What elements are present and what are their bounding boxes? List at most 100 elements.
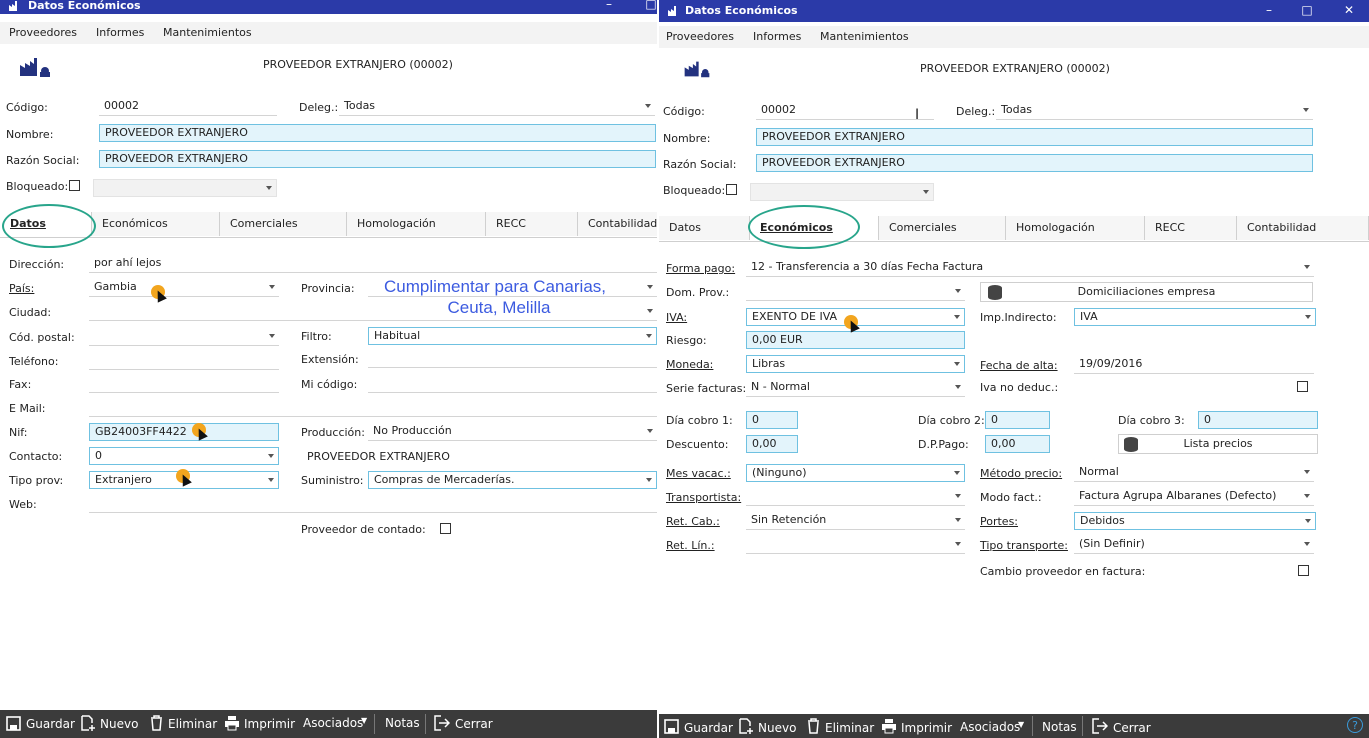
cod-postal-select[interactable] [89,328,279,346]
tab-contabilidad[interactable]: Contabilidad [1237,216,1369,240]
produccion-select[interactable]: No Producción [368,423,657,441]
riesgo-input[interactable]: 0,00 EUR [746,331,965,349]
imp-indirecto-select[interactable]: IVA [1074,308,1316,326]
dia-cobro-2-input[interactable]: 0 [985,411,1050,429]
forma-pago-select[interactable]: 12 - Transferencia a 30 días Fecha Factu… [746,259,1314,277]
proveedor-contado-checkbox[interactable] [440,523,451,534]
metodo-precio-label[interactable]: Método precio: [980,467,1062,480]
notas-button[interactable]: Notas [385,716,420,730]
nuevo-button[interactable]: Nuevo [100,717,138,731]
menu-proveedores[interactable]: Proveedores [666,30,734,43]
pais-select[interactable]: Gambia [89,279,279,297]
asociados-button[interactable]: Asociados [960,720,1020,734]
guardar-button[interactable]: Guardar [26,717,75,731]
menu-proveedores[interactable]: Proveedores [9,26,77,39]
dom-prov-select[interactable] [746,283,965,301]
email-input[interactable] [89,399,657,417]
deleg-select[interactable]: Todas [996,102,1313,120]
ret-lin-select[interactable] [746,536,965,554]
mes-vacac-label[interactable]: Mes vacac.: [666,467,731,480]
portes-select[interactable]: Debidos [1074,512,1316,530]
descuento-input[interactable]: 0,00 [746,435,798,453]
bloqueado-checkbox[interactable] [726,184,737,195]
telefono-input[interactable] [89,352,279,370]
dia-cobro-3-input[interactable]: 0 [1198,411,1318,429]
tipo-transporte-label[interactable]: Tipo transporte: [980,539,1068,552]
portes-label[interactable]: Portes: [980,515,1018,528]
imprimir-button[interactable]: Imprimir [244,717,295,731]
help-icon[interactable]: ? [1347,717,1363,733]
filtro-select[interactable]: Habitual [368,327,657,345]
tab-homologacion[interactable]: Homologación [1006,216,1145,240]
tab-recc[interactable]: RECC [486,212,578,236]
moneda-label[interactable]: Moneda: [666,358,713,371]
notas-button[interactable]: Notas [1042,720,1077,734]
bloqueado-checkbox[interactable] [69,180,80,191]
nif-input[interactable]: GB24003FF4422 [89,423,279,441]
nombre-input[interactable]: PROVEEDOR EXTRANJERO [99,124,656,142]
ret-lin-label[interactable]: Ret. Lín.: [666,539,715,552]
nuevo-button[interactable]: Nuevo [758,721,796,735]
dppago-input[interactable]: 0,00 [985,435,1050,453]
metodo-precio-select[interactable]: Normal [1074,464,1314,482]
menu-informes[interactable]: Informes [753,30,801,43]
codigo-input[interactable]: 00002 [756,102,934,120]
left-toolbar: Guardar Nuevo Eliminar Imprimir Asociado… [0,710,657,738]
deleg-select[interactable]: Todas [339,98,655,116]
mes-vacac-select[interactable]: (Ninguno) [746,464,965,482]
tab-economicos[interactable]: Económicos [92,212,220,236]
menu-mantenimientos[interactable]: Mantenimientos [820,30,909,43]
pais-label[interactable]: País: [9,282,34,295]
close-icon[interactable]: ✕ [1341,3,1357,17]
asociados-button[interactable]: Asociados [303,716,363,730]
mi-codigo-input[interactable] [368,375,657,393]
tab-homologacion[interactable]: Homologación [347,212,486,236]
eliminar-button[interactable]: Eliminar [825,721,874,735]
direccion-input[interactable]: por ahí lejos [89,255,657,273]
minimize-icon[interactable]: – [1261,3,1277,17]
tab-comerciales[interactable]: Comerciales [220,212,347,236]
razon-input[interactable]: PROVEEDOR EXTRANJERO [756,154,1313,172]
transportista-label[interactable]: Transportista: [666,491,741,504]
lista-precios-button[interactable]: Lista precios [1118,434,1318,454]
suministro-select[interactable]: Compras de Mercaderías. [368,471,657,489]
maximize-icon[interactable]: □ [1299,3,1315,17]
cerrar-button[interactable]: Cerrar [455,717,493,731]
tipo-transporte-select[interactable]: (Sin Definir) [1074,536,1314,554]
fecha-alta-label[interactable]: Fecha de alta: [980,359,1058,372]
domiciliaciones-button[interactable]: Domiciliaciones empresa [980,282,1313,302]
tab-recc[interactable]: RECC [1145,216,1237,240]
nombre-input[interactable]: PROVEEDOR EXTRANJERO [756,128,1313,146]
razon-input[interactable]: PROVEEDOR EXTRANJERO [99,150,656,168]
tab-datos[interactable]: Datos [659,216,750,240]
contacto-select[interactable]: 0 [89,447,279,465]
dia-cobro-1-input[interactable]: 0 [746,411,798,429]
menu-informes[interactable]: Informes [96,26,144,39]
iva-no-deduc-checkbox[interactable] [1297,381,1308,392]
menu-mantenimientos[interactable]: Mantenimientos [163,26,252,39]
fax-input[interactable] [89,375,279,393]
extension-input[interactable] [368,350,657,368]
iva-label[interactable]: IVA: [666,311,687,324]
tab-contabilidad[interactable]: Contabilidad [578,212,657,236]
ret-cab-label[interactable]: Ret. Cab.: [666,515,720,528]
eliminar-button[interactable]: Eliminar [168,717,217,731]
maximize-icon[interactable]: □ [643,0,657,11]
fecha-alta-input[interactable]: 19/09/2016 [1074,356,1314,374]
tab-comerciales[interactable]: Comerciales [879,216,1006,240]
serie-select[interactable]: N - Normal [746,379,965,397]
cerrar-button[interactable]: Cerrar [1113,721,1151,735]
forma-pago-label[interactable]: Forma pago: [666,262,735,275]
ret-cab-select[interactable]: Sin Retención [746,512,965,530]
header-title: PROVEEDOR EXTRANJERO (00002) [263,58,453,71]
web-input[interactable] [89,495,657,513]
modo-fact-select[interactable]: Factura Agrupa Albaranes (Defecto) [1074,488,1314,506]
mi-codigo-label: Mi código: [301,378,358,391]
cambio-proveedor-checkbox[interactable] [1298,565,1309,576]
transportista-select[interactable] [746,488,965,506]
codigo-input[interactable]: 00002 [99,98,277,116]
minimize-icon[interactable]: – [601,0,617,11]
moneda-select[interactable]: Libras [746,355,965,373]
guardar-button[interactable]: Guardar [684,721,733,735]
imprimir-button[interactable]: Imprimir [901,721,952,735]
